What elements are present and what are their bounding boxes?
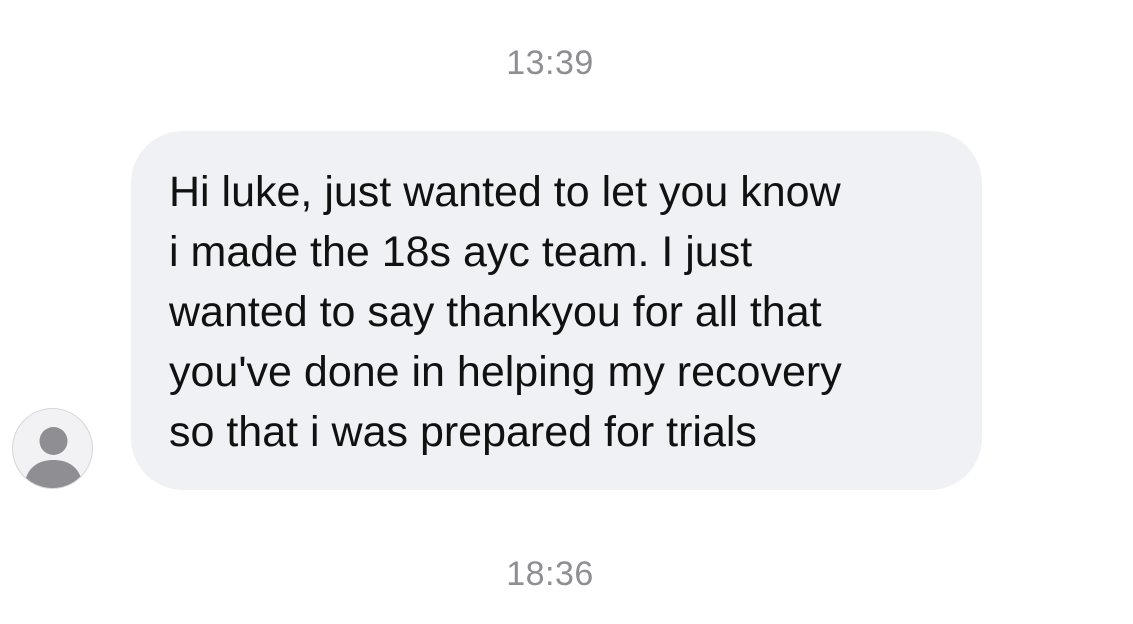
message-text: Hi luke, just wanted to let you know i m…: [169, 168, 842, 456]
sender-avatar[interactable]: [12, 408, 93, 489]
timestamp: 18:36: [506, 555, 594, 593]
person-placeholder-icon: [25, 427, 82, 488]
timestamp: 13:39: [506, 44, 594, 82]
received-message-bubble[interactable]: Hi luke, just wanted to let you know i m…: [131, 131, 982, 490]
